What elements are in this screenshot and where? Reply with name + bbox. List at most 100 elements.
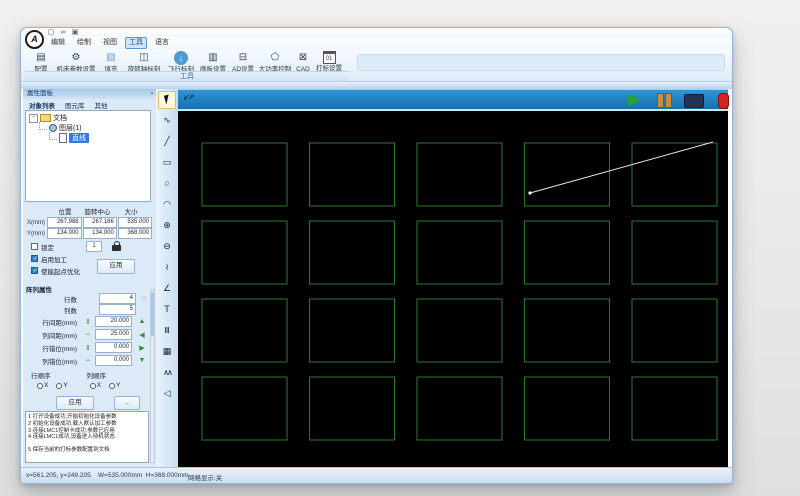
- curve-tool[interactable]: ≀: [158, 259, 176, 277]
- lock-icon[interactable]: [112, 245, 121, 251]
- row-offset-label: 行错位(mm): [23, 343, 79, 353]
- row-offset-field[interactable]: 0.000: [95, 342, 132, 353]
- order-field[interactable]: 1: [86, 241, 102, 252]
- barcode-tool[interactable]: Ⅲ: [158, 322, 176, 340]
- menu-tab-tools[interactable]: 工具: [125, 37, 147, 49]
- tree-node-line-selected[interactable]: 直线: [26, 133, 150, 143]
- y-position-field[interactable]: 134.000: [47, 228, 81, 239]
- rows-field[interactable]: 4: [99, 293, 136, 304]
- optimize-label: 使能起点优化: [41, 266, 80, 276]
- y-center-field[interactable]: 134.000: [83, 228, 117, 239]
- arc-tool[interactable]: ◠: [158, 196, 176, 214]
- select-tool[interactable]: [158, 91, 176, 109]
- vector-tool[interactable]: ∧∧: [158, 364, 176, 382]
- cols-field[interactable]: 5: [99, 304, 136, 315]
- transform-section: 位置 旋转中心 大小 X(mm) 267.988 267.166 535.000…: [25, 208, 153, 284]
- width-field[interactable]: 535.000: [118, 217, 152, 228]
- panel-scrollbar[interactable]: [150, 289, 155, 463]
- title-bar[interactable]: ▢ ∞ ▣: [21, 28, 732, 37]
- canvas-toolbar: ↙↗: [178, 89, 728, 111]
- col-spacing-row: 列间距(mm) ⇔ 25.000 ◀: [23, 328, 156, 341]
- menu-bar: 编辑 绘制 视图 工具 语言: [21, 37, 732, 49]
- collapse-icon[interactable]: [29, 114, 38, 123]
- col-spacing-left-icon[interactable]: ⇔: [82, 331, 94, 338]
- mark-pause-button[interactable]: [657, 93, 673, 113]
- optimize-checkbox[interactable]: [31, 267, 38, 274]
- row-offset-left-icon[interactable]: ⇕: [82, 344, 94, 352]
- col-offset-left-icon[interactable]: ⇔: [82, 357, 94, 364]
- col-offset-field[interactable]: 0.000: [95, 355, 132, 366]
- col-order-x-radio[interactable]: [90, 383, 96, 389]
- col-order-y-radio[interactable]: [109, 383, 115, 389]
- tree-node-label: 图层(1): [59, 123, 82, 133]
- mark-stop-button[interactable]: [684, 94, 704, 108]
- array-more-button[interactable]: ..: [114, 396, 140, 410]
- transform-apply-button[interactable]: 应用: [97, 259, 135, 274]
- lock-label: 锁定: [41, 242, 54, 252]
- x-center-field[interactable]: 267.166: [83, 217, 117, 228]
- col-spacing-right-icon[interactable]: ◀: [136, 331, 148, 339]
- device-log: 1 打开设备成功,开始初始化设备参数 2 初始化设备成功,载入默认加工参数 3 …: [25, 411, 149, 463]
- y-label: Y(mm): [25, 231, 47, 237]
- col-order-label: 列顺序: [87, 370, 107, 380]
- marker-tool[interactable]: ◁: [158, 385, 176, 403]
- center-circle-tool[interactable]: ⊖: [158, 238, 176, 256]
- panel-header[interactable]: 属性面板 ▪: [23, 89, 156, 99]
- app-logo[interactable]: A: [25, 30, 44, 49]
- row-spacing-field[interactable]: 20.000: [95, 316, 132, 327]
- rectangle-tool[interactable]: ▭: [158, 154, 176, 172]
- mark-start-button[interactable]: [628, 94, 641, 106]
- mark-power-button[interactable]: [718, 93, 729, 109]
- header-rotation-center: 旋转中心: [81, 208, 114, 217]
- bitmap-tool[interactable]: ▦: [158, 343, 176, 361]
- board-settings-icon: ▥: [206, 51, 220, 65]
- fit-view-icon[interactable]: ↙↗: [183, 93, 192, 102]
- col-offset-right-icon[interactable]: ▼: [136, 357, 148, 364]
- line-tool[interactable]: ╱: [158, 133, 176, 151]
- new-file-icon[interactable]: ▢: [46, 29, 56, 37]
- row-order-x-radio[interactable]: [37, 383, 43, 389]
- order-labels-row: 行顺序 列顺序: [23, 369, 156, 380]
- save-file-icon[interactable]: ▣: [70, 29, 80, 37]
- col-spacing-field[interactable]: 25.000: [95, 329, 132, 340]
- array-buttons-row: 应用 ..: [23, 396, 156, 409]
- row-order-y-radio[interactable]: [56, 383, 62, 389]
- col-spacing-label: 列间距(mm): [23, 330, 79, 340]
- enable-process-checkbox[interactable]: [31, 255, 38, 262]
- menu-tab-edit[interactable]: 编辑: [47, 37, 69, 49]
- log-line: 2 初始化设备成功,载入默认加工参数: [28, 421, 146, 428]
- ellipse-tool[interactable]: ○: [158, 175, 176, 193]
- row-spacing-row: 行间距(mm) ⇕ 20.000 ▲: [23, 315, 156, 328]
- point-tool[interactable]: ⊕: [158, 217, 176, 235]
- rows-count-row: 行数 4 ○: [23, 293, 156, 304]
- text-tool[interactable]: T: [158, 301, 176, 319]
- row-offset-row: 行错位(mm) ⇕ 0.000 ▶: [23, 341, 156, 354]
- row-offset-right-icon[interactable]: ▶: [136, 344, 148, 352]
- open-file-icon[interactable]: ∞: [58, 29, 68, 37]
- rows-option-icon[interactable]: ○: [142, 295, 146, 302]
- tree-node-layer[interactable]: 图层(1): [26, 123, 150, 133]
- array-apply-button[interactable]: 应用: [56, 396, 94, 410]
- angle-tool[interactable]: ∠: [158, 280, 176, 298]
- layer-icon: [49, 124, 57, 132]
- workspace-canvas[interactable]: [178, 111, 728, 467]
- desktop-background: ▢ ∞ ▣ A 编辑 绘制 视图 工具 语言 ▤ 配置 ⚙ 机床参数设置: [0, 0, 800, 496]
- row-spacing-right-icon[interactable]: ▲: [136, 318, 148, 325]
- panel-pin-icon[interactable]: ▪: [151, 89, 153, 99]
- header-size: 大小: [114, 208, 148, 217]
- x-position-field[interactable]: 267.988: [47, 217, 81, 228]
- tab-object-list[interactable]: 对象列表: [29, 100, 55, 110]
- menu-tab-view[interactable]: 视图: [99, 37, 121, 49]
- tab-other[interactable]: 其他: [95, 100, 108, 110]
- row-spacing-left-icon[interactable]: ⇕: [82, 318, 94, 326]
- menu-tab-language[interactable]: 语言: [151, 37, 173, 49]
- menu-tab-draw[interactable]: 绘制: [73, 37, 95, 49]
- scrollbar-thumb[interactable]: [151, 292, 154, 336]
- pause-bar: [665, 93, 672, 108]
- height-field[interactable]: 368.000: [118, 228, 152, 239]
- tree-node-label: 文档: [53, 113, 67, 123]
- tree-node-label: 直线: [69, 133, 89, 143]
- node-edit-tool[interactable]: ∿: [158, 112, 176, 130]
- lock-checkbox[interactable]: [31, 243, 38, 250]
- tab-primitive-library[interactable]: 图元库: [65, 100, 85, 110]
